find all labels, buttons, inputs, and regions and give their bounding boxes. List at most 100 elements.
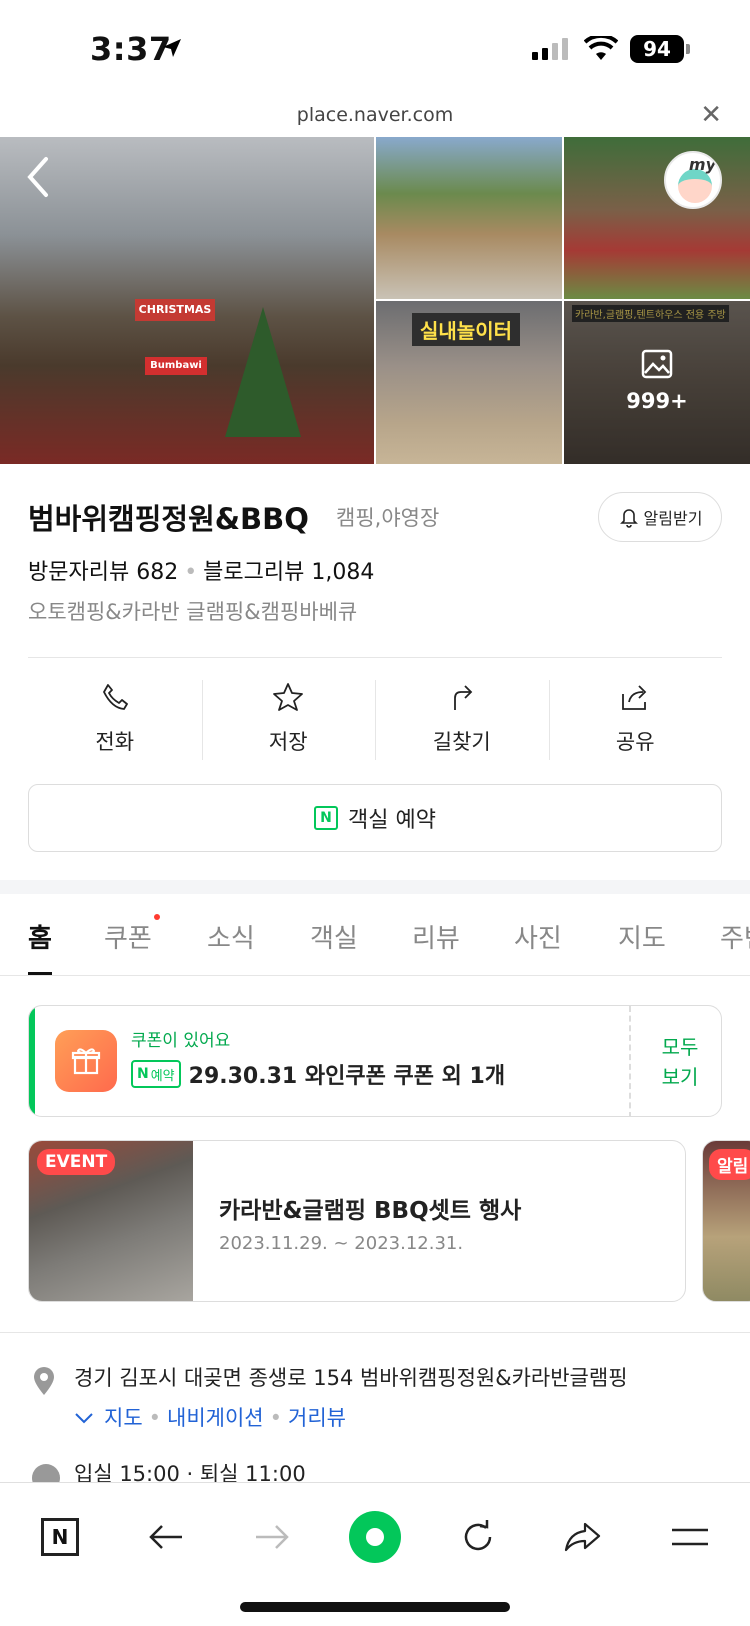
visitor-reviews-link[interactable]: 방문자리뷰 682: [28, 560, 178, 585]
new-badge-dot: [154, 914, 160, 920]
home-indicator: [240, 1602, 510, 1612]
hours-section: 입실 15:00 · 퇴실 11:00: [28, 1462, 728, 1482]
divider: [28, 657, 722, 658]
separator-dot: •: [184, 560, 198, 585]
more-photos-count: 999+: [626, 389, 688, 413]
tab-nearby[interactable]: 주변: [720, 918, 750, 955]
street-view-link[interactable]: 거리뷰: [288, 1406, 346, 1430]
blog-reviews-link[interactable]: 블로그리뷰 1,084: [203, 560, 374, 585]
call-label: 전화: [95, 730, 135, 754]
more-photos-overlay[interactable]: 999+: [564, 349, 750, 413]
directions-button[interactable]: 길찾기: [375, 680, 549, 762]
browser-url-bar[interactable]: place.naver.com ✕: [0, 100, 750, 136]
event-date: 2023.11.29. ~ 2023.12.31.: [219, 1233, 464, 1254]
wifi-icon: [584, 36, 618, 60]
kitchen-label: 카라반,글램핑,텐트하우스 전용 주방: [572, 305, 729, 322]
place-category: 캠핑,야영장: [336, 506, 440, 530]
divider: [0, 1332, 750, 1333]
photo-gallery: CHRISTMAS Bumbawi my 실내놀이터 카라반,글램핑,텐트하우스…: [0, 137, 750, 464]
share-page-button[interactable]: [550, 1505, 614, 1569]
christmas-tree: [225, 307, 301, 437]
menu-button[interactable]: [658, 1505, 722, 1569]
back-button[interactable]: [134, 1505, 198, 1569]
location-arrow-icon: [163, 39, 181, 57]
navigation-link[interactable]: 내비게이션: [167, 1406, 264, 1430]
event-card-next[interactable]: 알림: [702, 1140, 750, 1302]
battery-cap: [686, 44, 690, 54]
share-label: 공유: [615, 730, 655, 754]
naver-logo-icon: N: [41, 1518, 79, 1556]
chevron-down-icon[interactable]: [74, 1411, 94, 1425]
coupon-text: 29.30.31 와인쿠폰 쿠폰 외 1개: [188, 1064, 506, 1089]
phone-icon: [102, 684, 128, 710]
event-card[interactable]: EVENT 카라반&글램핑 BBQ셋트 행사 2023.11.29. ~ 202…: [28, 1140, 686, 1302]
place-name: 범바위캠핑정원&BBQ: [28, 502, 309, 536]
separator-dot: •: [269, 1406, 283, 1430]
coupon-divider: [629, 1006, 631, 1116]
tab-home[interactable]: 홈: [28, 918, 52, 955]
tab-bar: 홈 쿠폰 소식 객실 리뷰 사진 지도 주변: [0, 894, 750, 976]
christmas-sign: CHRISTMAS: [135, 299, 215, 321]
tab-photos[interactable]: 사진: [514, 918, 562, 955]
share-arrow-icon: [564, 1522, 601, 1552]
tab-rooms[interactable]: 객실: [310, 918, 358, 955]
green-dot-button[interactable]: [343, 1505, 407, 1569]
naver-home-button[interactable]: N: [28, 1505, 92, 1569]
hamburger-menu-icon: [672, 1528, 708, 1546]
back-icon: [149, 1525, 182, 1549]
share-button[interactable]: 공유: [548, 680, 723, 762]
room-reserve-button[interactable]: N 객실 예약: [28, 784, 722, 852]
photo-campsite[interactable]: [376, 137, 562, 299]
main-photo[interactable]: CHRISTMAS Bumbawi: [0, 137, 374, 464]
save-button[interactable]: 저장: [201, 680, 376, 762]
tab-coupon[interactable]: 쿠폰: [104, 918, 152, 955]
photo-indoor-playground[interactable]: 실내놀이터: [376, 301, 562, 464]
photo-more[interactable]: 카라반,글램핑,텐트하우스 전용 주방 999+: [564, 301, 750, 464]
reload-button[interactable]: [446, 1505, 510, 1569]
hours-text: 입실 15:00 · 퇴실 11:00: [74, 1462, 306, 1482]
indoor-playground-label: 실내놀이터: [412, 313, 520, 346]
event-title: 카라반&글램핑 BBQ셋트 행사: [219, 1198, 522, 1224]
forward-button[interactable]: [240, 1505, 304, 1569]
section-gap: [0, 880, 750, 894]
my-avatar[interactable]: my: [664, 151, 722, 209]
avatar-face: [678, 169, 712, 203]
gift-icon: [55, 1030, 117, 1092]
photo-glamping[interactable]: my: [564, 137, 750, 299]
coupon-view-all-button[interactable]: 모두 보기: [637, 1032, 721, 1092]
bumbawi-sign: Bumbawi: [145, 357, 207, 375]
signal-icon: [532, 38, 568, 60]
image-icon: [641, 349, 673, 379]
event-badge: EVENT: [37, 1149, 116, 1175]
action-bar: 전화 저장 길찾기 공유: [28, 680, 722, 762]
event-image: EVENT: [29, 1141, 193, 1301]
alarm-label: 알림받기: [643, 509, 703, 528]
address-text[interactable]: 경기 김포시 대곶면 종생로 154 범바위캠핑정원&카라반글램핑: [74, 1362, 628, 1392]
notice-badge: 알림: [709, 1149, 750, 1180]
forward-icon: [256, 1525, 289, 1549]
close-icon[interactable]: ✕: [700, 100, 722, 130]
url-text[interactable]: place.naver.com: [0, 104, 750, 126]
naver-reservation-badge: N 예약: [131, 1060, 181, 1088]
coupon-title: 쿠폰이 있어요: [131, 1031, 231, 1051]
alarm-button[interactable]: 알림받기: [598, 492, 722, 542]
view-all-line1: 모두: [661, 1035, 699, 1059]
naver-booking-icon: N: [314, 806, 339, 830]
tab-news[interactable]: 소식: [207, 918, 255, 955]
active-tab-indicator: [28, 972, 52, 975]
call-button[interactable]: 전화: [28, 680, 202, 762]
coupon-card[interactable]: 쿠폰이 있어요 N 예약 29.30.31 와인쿠폰 쿠폰 외 1개 모두 보기: [28, 1005, 722, 1117]
tab-map[interactable]: 지도: [618, 918, 666, 955]
back-arrow-icon[interactable]: [24, 155, 50, 199]
review-counts: 방문자리뷰 682 • 블로그리뷰 1,084: [28, 554, 374, 586]
map-link[interactable]: 지도: [104, 1406, 143, 1430]
tab-reviews[interactable]: 리뷰: [412, 918, 460, 955]
clock-icon: [32, 1464, 60, 1482]
share-icon: [622, 685, 647, 710]
view-all-line2: 보기: [661, 1065, 699, 1089]
location-pin-icon: [34, 1367, 54, 1395]
bell-plus-icon: [619, 509, 638, 528]
status-bar: 3:37 94: [0, 0, 750, 100]
battery-indicator: 94: [630, 35, 684, 63]
reload-icon: [464, 1520, 492, 1551]
